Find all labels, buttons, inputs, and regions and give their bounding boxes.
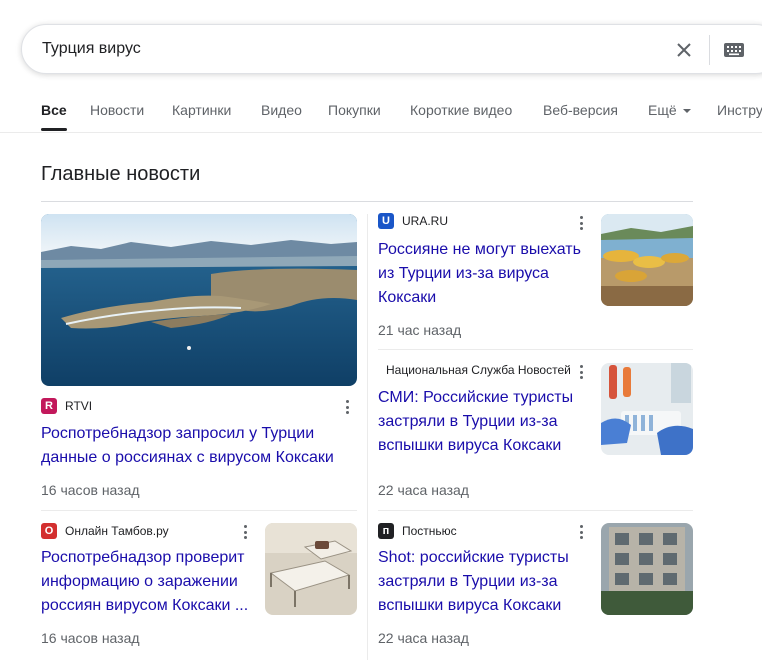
tab-news[interactable]: Новости bbox=[90, 102, 144, 118]
search-tabs: Все Новости Картинки Видео Покупки Корот… bbox=[0, 96, 762, 133]
tab-more-label: Ещё bbox=[648, 102, 677, 118]
close-icon[interactable] bbox=[672, 38, 696, 62]
section-divider bbox=[41, 201, 693, 202]
ura-logo-icon: U bbox=[378, 213, 394, 229]
more-options-icon[interactable] bbox=[580, 525, 584, 541]
news-source: R RTVI bbox=[41, 398, 92, 414]
row-divider bbox=[378, 349, 693, 350]
news-headline[interactable]: Россияне не могут выехать из Турции из-з… bbox=[378, 238, 588, 310]
source-name: RTVI bbox=[65, 399, 93, 413]
chevron-down-icon bbox=[682, 109, 691, 114]
source-name: Онлайн Тамбов.ру bbox=[65, 524, 169, 538]
news-headline[interactable]: СМИ: Российские туристы застряли в Турци… bbox=[378, 386, 590, 458]
tab-short-videos[interactable]: Короткие видео bbox=[410, 102, 512, 118]
clear-search-button[interactable] bbox=[672, 38, 696, 62]
news-source: Национальная Служба Новостей bbox=[386, 363, 571, 377]
news-headline[interactable]: Роспотребнадзор проверит информацию о за… bbox=[41, 546, 255, 618]
news-timestamp: 16 часов назад bbox=[41, 482, 140, 498]
keyboard-button[interactable] bbox=[722, 40, 746, 60]
source-name: URA.RU bbox=[402, 214, 449, 228]
active-tab-indicator bbox=[41, 128, 67, 131]
search-input[interactable]: Турция вирус bbox=[42, 40, 141, 58]
news-source: п Постньюс bbox=[378, 523, 457, 539]
news-image-beds[interactable] bbox=[265, 523, 357, 615]
column-divider bbox=[367, 214, 368, 660]
news-image-lab[interactable] bbox=[601, 363, 693, 455]
row-divider bbox=[41, 510, 357, 511]
news-timestamp: 21 час назад bbox=[378, 322, 462, 338]
more-options-icon[interactable] bbox=[580, 365, 584, 381]
tab-images[interactable]: Картинки bbox=[172, 102, 231, 118]
row-divider bbox=[378, 510, 693, 511]
news-timestamp: 22 часа назад bbox=[378, 482, 469, 498]
tambov-logo-icon: О bbox=[41, 523, 57, 539]
news-image-beach[interactable] bbox=[601, 214, 693, 306]
search-box-divider bbox=[709, 35, 710, 65]
news-headline[interactable]: Роспотребнадзор запросил у Турции данные… bbox=[41, 422, 351, 470]
search-box[interactable]: Турция вирус bbox=[21, 24, 762, 74]
tab-web[interactable]: Веб-версия bbox=[543, 102, 618, 118]
more-options-icon[interactable] bbox=[580, 216, 584, 232]
keyboard-icon[interactable] bbox=[722, 40, 746, 60]
tab-all[interactable]: Все bbox=[41, 102, 67, 118]
more-options-icon[interactable] bbox=[244, 525, 248, 541]
news-image-coast[interactable] bbox=[41, 214, 357, 386]
more-options-icon[interactable] bbox=[346, 400, 350, 416]
section-title: Главные новости bbox=[41, 163, 201, 185]
tab-shopping[interactable]: Покупки bbox=[328, 102, 381, 118]
tab-more[interactable]: Ещё bbox=[648, 102, 691, 118]
news-timestamp: 16 часов назад bbox=[41, 630, 140, 646]
tab-tools[interactable]: Инстру bbox=[717, 102, 762, 118]
news-source: О Онлайн Тамбов.ру bbox=[41, 523, 169, 539]
news-timestamp: 22 часа назад bbox=[378, 630, 469, 646]
source-name: Постньюс bbox=[402, 524, 457, 538]
tab-videos[interactable]: Видео bbox=[261, 102, 302, 118]
news-headline[interactable]: Shot: российские туристы застряли в Турц… bbox=[378, 546, 590, 618]
news-source: U URA.RU bbox=[378, 213, 448, 229]
rtvi-logo-icon: R bbox=[41, 398, 57, 414]
news-image-building[interactable] bbox=[601, 523, 693, 615]
source-name: Национальная Служба Новостей bbox=[386, 363, 571, 377]
postnews-logo-icon: п bbox=[378, 523, 394, 539]
